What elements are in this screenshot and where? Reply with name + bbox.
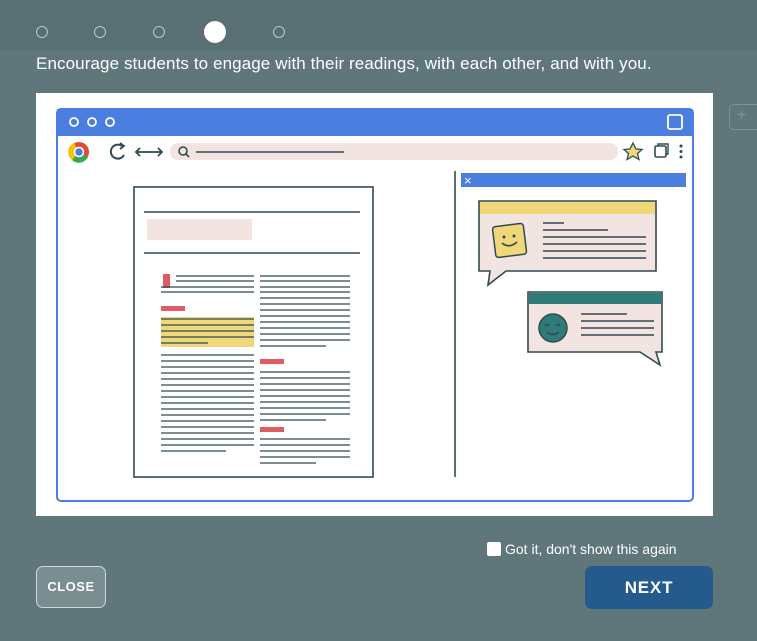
- illustration-frame: ×: [36, 93, 713, 516]
- checkbox-box[interactable]: [487, 542, 501, 556]
- slide-headline: Encourage students to engage with their …: [36, 54, 652, 73]
- browser-titlebar: [57, 109, 693, 136]
- close-button[interactable]: CLOSE: [36, 566, 106, 608]
- annotation-sidebar-header: [461, 173, 686, 187]
- teal-avatar-icon: [538, 313, 568, 343]
- dont-show-again-checkbox[interactable]: Got it, don't show this again: [487, 541, 677, 557]
- dont-show-again-label: Got it, don't show this again: [505, 541, 677, 557]
- progress-dot-4-current[interactable]: [204, 21, 226, 43]
- next-slide-peek: +: [729, 104, 757, 130]
- more-menu-icon: [679, 144, 683, 159]
- progress-dot-3[interactable]: [153, 26, 165, 38]
- next-button[interactable]: NEXT: [585, 566, 713, 609]
- progress-dot-1[interactable]: [36, 26, 48, 38]
- document-page: [133, 186, 374, 478]
- progress-dot-2[interactable]: [94, 26, 106, 38]
- plus-icon: +: [737, 107, 747, 124]
- close-icon: ×: [464, 173, 472, 188]
- progress-indicator: [0, 0, 757, 50]
- onboarding-modal: Encourage students to engage with their …: [0, 0, 757, 641]
- annotation-illustration: ×: [56, 108, 694, 502]
- progress-dot-5[interactable]: [273, 26, 285, 38]
- smiley-avatar-icon: [491, 222, 528, 259]
